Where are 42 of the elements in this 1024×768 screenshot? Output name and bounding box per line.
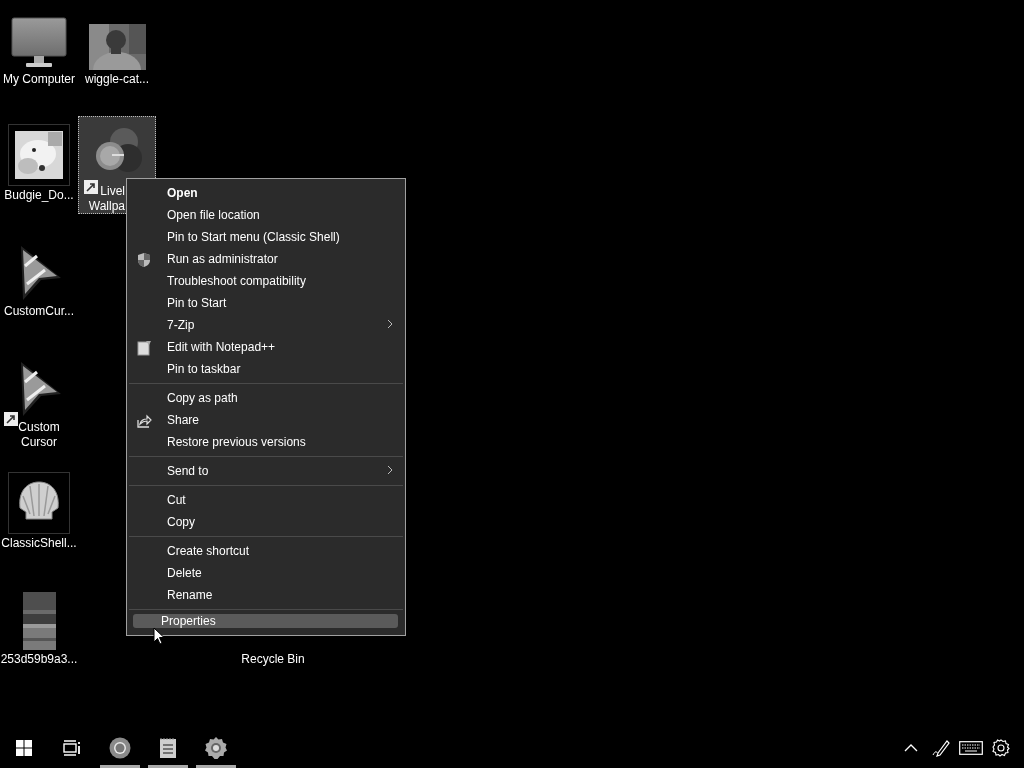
settings-icon bbox=[204, 736, 228, 760]
menu-item[interactable]: Copy bbox=[133, 511, 399, 533]
icon-label[interactable]: Custom Cursor bbox=[18, 420, 60, 450]
task-view-icon bbox=[63, 740, 81, 756]
menu-item[interactable]: Copy as path bbox=[133, 387, 399, 409]
menu-item[interactable]: Pin to Start bbox=[133, 292, 399, 314]
menu-item[interactable]: Cut bbox=[133, 489, 399, 511]
chevron-right-icon bbox=[387, 465, 393, 475]
shell-icon bbox=[8, 472, 70, 534]
notepad-icon bbox=[159, 737, 177, 759]
keyboard-icon bbox=[959, 741, 983, 755]
menu-item[interactable]: Troubleshoot compatibility bbox=[133, 270, 399, 292]
notepad-icon bbox=[136, 340, 152, 356]
menu-item[interactable]: Run as administrator bbox=[133, 248, 399, 270]
mouse-pointer-icon bbox=[153, 627, 165, 645]
menu-item[interactable]: Pin to Start menu (Classic Shell) bbox=[133, 226, 399, 248]
menu-item[interactable]: 7-Zip bbox=[133, 314, 399, 336]
menu-item[interactable]: Restore previous versions bbox=[133, 431, 399, 453]
shield-icon bbox=[136, 252, 152, 268]
icon-label[interactable]: 253d59b9a3... bbox=[0, 652, 78, 667]
browser-icon bbox=[109, 737, 131, 759]
icon-label[interactable]: Budgie_Do... bbox=[4, 188, 74, 203]
share-icon bbox=[136, 413, 152, 429]
chevron-right-icon bbox=[387, 319, 393, 329]
icon-label[interactable]: CustomCur... bbox=[4, 304, 74, 319]
menu-item[interactable]: Rename bbox=[133, 584, 399, 606]
menu-item[interactable]: Edit with Notepad++ bbox=[133, 336, 399, 358]
icon-label[interactable]: My Computer bbox=[3, 72, 75, 87]
windows-logo-icon bbox=[16, 740, 32, 756]
icon-label[interactable]: Recycle Bin bbox=[241, 652, 305, 667]
icon-label[interactable]: wiggle-cat... bbox=[85, 72, 149, 87]
menu-item[interactable]: Share bbox=[133, 409, 399, 431]
caret-icon bbox=[904, 744, 918, 752]
icon-label[interactable]: ClassicShell... bbox=[1, 536, 77, 551]
menu-item[interactable]: Send to bbox=[133, 460, 399, 482]
menu-item[interactable]: Delete bbox=[133, 562, 399, 584]
pen-icon bbox=[932, 739, 950, 757]
monitor-icon bbox=[10, 16, 68, 70]
menu-item[interactable]: Properties bbox=[133, 614, 398, 628]
menu-item[interactable]: Pin to taskbar bbox=[133, 358, 399, 380]
menu-item[interactable]: Create shortcut bbox=[133, 540, 399, 562]
settings-icon bbox=[992, 739, 1010, 757]
